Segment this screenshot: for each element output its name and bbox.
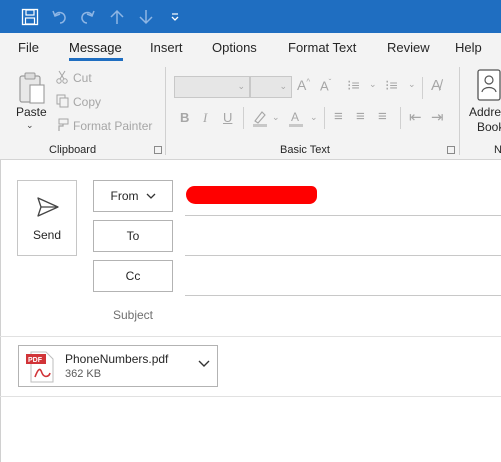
divider (324, 107, 325, 129)
redo-icon[interactable] (77, 6, 99, 28)
attachment-name: PhoneNumbers.pdf (65, 352, 169, 366)
divider (422, 77, 423, 99)
cut-icon (55, 70, 69, 84)
up-arrow-icon[interactable] (106, 6, 128, 28)
names-group-label: N (494, 144, 501, 156)
clipboard-launcher-icon[interactable] (154, 146, 162, 154)
decrease-indent-icon[interactable]: ⇤ (409, 108, 422, 126)
attachment-options-chevron-icon[interactable] (198, 360, 210, 368)
basic-text-group-label: Basic Text (280, 144, 330, 156)
chevron-down-icon[interactable]: ⌄ (408, 79, 416, 90)
font-size-combo[interactable]: ⌄ (250, 76, 292, 98)
active-tab-indicator (69, 58, 123, 61)
highlight-icon[interactable] (250, 108, 270, 128)
divider (243, 107, 244, 129)
chevron-down-icon[interactable]: ⌄ (272, 112, 280, 123)
cc-label: Cc (125, 269, 141, 283)
tab-options[interactable]: Options (212, 40, 257, 55)
paste-dropdown-icon[interactable]: ⌄ (26, 120, 34, 131)
tab-help[interactable]: Help (455, 40, 482, 55)
cut-label[interactable]: Cut (73, 71, 92, 85)
chevron-down-icon: ⌄ (279, 81, 287, 91)
tab-review[interactable]: Review (387, 40, 430, 55)
divider (0, 396, 501, 397)
window-border (0, 160, 1, 462)
format-painter-label[interactable]: Format Painter (73, 119, 152, 133)
align-right-icon[interactable]: ≡ (378, 108, 387, 125)
ribbon: Paste ⌄ Cut Copy Format Painter Clipboar… (0, 63, 501, 160)
clipboard-group-label: Clipboard (49, 144, 97, 156)
chevron-down-icon: ⌄ (237, 81, 245, 91)
tab-format-text[interactable]: Format Text (288, 40, 356, 55)
tab-file[interactable]: File (18, 40, 39, 55)
outlook-compose-window: File Message Insert Options Format Text … (0, 0, 501, 462)
divider (400, 107, 401, 129)
address-book-label-line1[interactable]: Addre (469, 105, 501, 119)
save-icon[interactable] (19, 6, 41, 28)
attachment-size: 362 KB (65, 368, 102, 380)
paste-icon[interactable] (14, 69, 50, 107)
send-label: Send (32, 228, 62, 242)
cc-field-underline[interactable] (185, 295, 501, 296)
chevron-down-icon[interactable]: ⌄ (369, 79, 377, 90)
redacted-sender-address (186, 186, 317, 204)
cc-button[interactable]: Cc (93, 260, 173, 292)
tab-insert[interactable]: Insert (150, 40, 183, 55)
undo-icon[interactable] (48, 6, 70, 28)
down-arrow-icon[interactable] (135, 6, 157, 28)
pdf-file-icon: PDF (26, 351, 54, 383)
font-name-combo[interactable]: ⌄ (174, 76, 250, 98)
group-separator (165, 67, 166, 155)
bold-button[interactable]: B (180, 110, 189, 125)
font-color-icon[interactable]: A (286, 108, 306, 128)
basic-text-launcher-icon[interactable] (447, 146, 455, 154)
increase-indent-icon[interactable]: ⇥ (431, 108, 444, 126)
customize-toolbar-icon[interactable] (164, 6, 186, 28)
pdf-badge-text: PDF (28, 357, 43, 364)
clear-formatting-icon[interactable]: A̸ (431, 77, 441, 94)
align-center-icon[interactable]: ≡ (356, 108, 365, 125)
shrink-font-icon[interactable]: Aˇ (320, 78, 331, 93)
attachment-card[interactable]: PDF PhoneNumbers.pdf 362 KB (18, 345, 218, 387)
to-label: To (126, 229, 140, 243)
divider (0, 336, 501, 337)
send-icon (37, 197, 59, 217)
italic-button[interactable]: I (203, 110, 207, 126)
align-left-icon[interactable]: ≡ (334, 108, 343, 125)
bullets-icon[interactable]: ⁝≡ (347, 77, 360, 94)
tab-message[interactable]: Message (69, 40, 122, 55)
to-button[interactable]: To (93, 220, 173, 252)
underline-button[interactable]: U (223, 110, 232, 125)
from-field-underline (185, 215, 501, 216)
svg-text:A: A (291, 110, 299, 124)
subject-label: Subject (112, 308, 154, 322)
format-painter-icon (55, 118, 69, 132)
send-button[interactable]: Send (17, 180, 77, 256)
chevron-down-icon[interactable]: ⌄ (310, 112, 318, 123)
numbering-icon[interactable]: ⁝≡ (385, 77, 398, 94)
from-label: From (110, 189, 139, 203)
copy-label[interactable]: Copy (73, 95, 101, 109)
copy-icon (55, 94, 69, 108)
group-separator (459, 67, 460, 155)
quick-access-toolbar (0, 0, 501, 33)
chevron-down-icon (146, 193, 155, 199)
paste-label[interactable]: Paste (16, 105, 47, 119)
address-book-label-line2[interactable]: Book (477, 120, 501, 134)
address-book-icon[interactable] (474, 68, 501, 102)
from-button[interactable]: From (93, 180, 173, 212)
to-field-underline[interactable] (185, 255, 501, 256)
grow-font-icon[interactable]: A^ (297, 77, 310, 93)
